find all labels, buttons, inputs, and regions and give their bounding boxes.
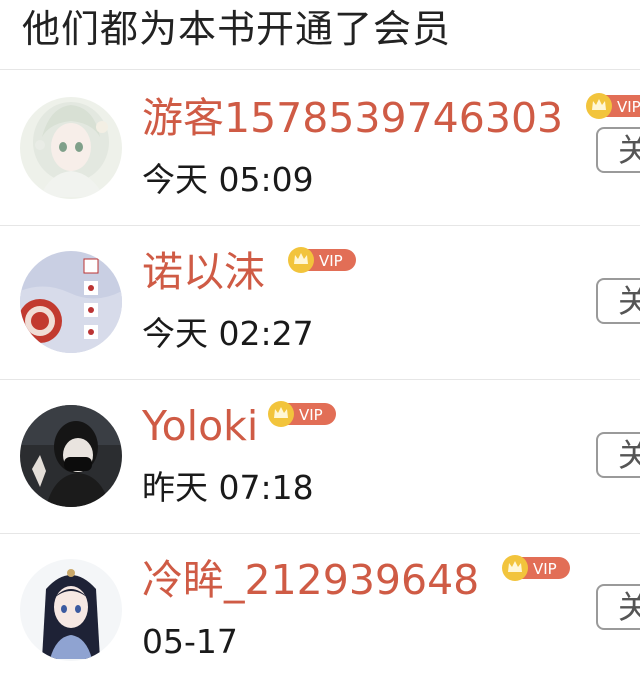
page-title: 他们都为本书开通了会员 [22, 7, 452, 51]
member-name[interactable]: 游客1578539746303 [142, 92, 563, 144]
member-time: 今天 02:27 [142, 314, 314, 353]
vip-badge: VIP [584, 92, 640, 119]
follow-button[interactable]: 关注 [596, 584, 640, 630]
vip-badge: VIP [498, 554, 588, 581]
member-row[interactable]: 冷眸_212939648 VIP 05-17 关注 [0, 534, 640, 689]
follow-button[interactable]: 关注 [596, 432, 640, 478]
vip-badge: VIP [264, 400, 354, 427]
vip-label: VIP [617, 98, 640, 116]
vip-label: VIP [319, 252, 343, 270]
member-time: 今天 05:09 [142, 160, 314, 199]
member-name[interactable]: 冷眸_212939648 [142, 554, 479, 606]
member-time: 05-17 [142, 622, 238, 661]
section-header: 他们都为本书开通了会员 [0, 0, 640, 70]
avatar[interactable] [20, 559, 122, 661]
member-row[interactable]: Yoloki VIP 昨天 07:18 关注 [0, 380, 640, 534]
member-name[interactable]: 诺以沫 [142, 246, 265, 298]
avatar[interactable] [20, 97, 122, 199]
avatar[interactable] [20, 251, 122, 353]
avatar[interactable] [20, 405, 122, 507]
vip-label: VIP [533, 560, 557, 578]
member-time: 昨天 07:18 [142, 468, 314, 507]
vip-label: VIP [299, 406, 323, 424]
member-row[interactable]: 诺以沫 VIP 今天 02:27 关注 [0, 226, 640, 380]
follow-button[interactable]: 关注 [596, 278, 640, 324]
vip-badge: VIP [284, 246, 374, 273]
follow-button[interactable]: 关注 [596, 127, 640, 173]
member-name[interactable]: Yoloki [142, 400, 258, 452]
member-row[interactable]: 游客1578539746303 VIP 今天 05:09 关注 [0, 72, 640, 226]
